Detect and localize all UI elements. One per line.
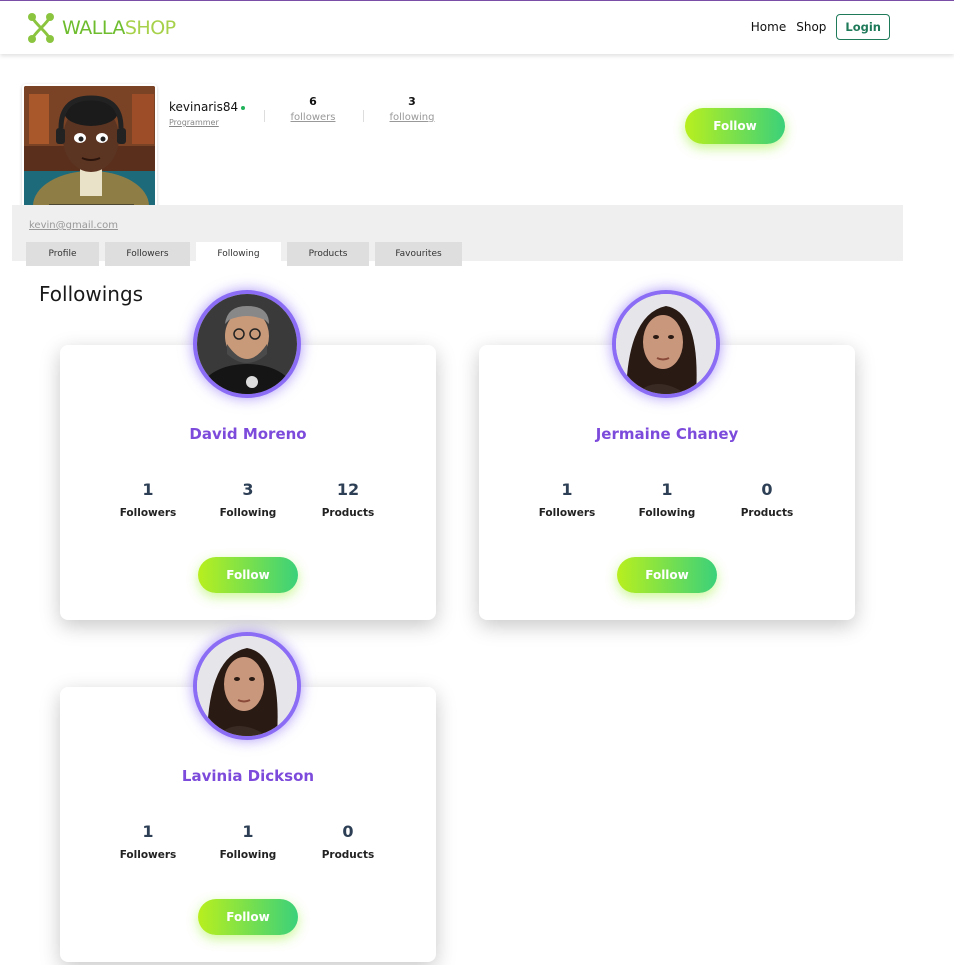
logo-icon <box>26 13 56 43</box>
nav-links: Home Shop Login <box>751 14 890 40</box>
profile-follow-button[interactable]: Follow <box>685 108 785 144</box>
user-following-label: Following <box>219 507 277 519</box>
user-avatar[interactable] <box>193 290 301 398</box>
profile-followers-count: 6 <box>309 95 317 108</box>
logo-text: WALLASHOP <box>62 17 176 39</box>
logo[interactable]: WALLASHOP <box>26 13 176 43</box>
user-following-stat: 1 Following <box>198 822 298 861</box>
profile-role[interactable]: Programmer <box>169 118 219 127</box>
follow-button[interactable]: Follow <box>198 899 298 935</box>
user-followers-label: Followers <box>538 507 596 519</box>
tab-followers[interactable]: Followers <box>105 242 190 266</box>
user-products-label: Products <box>321 849 375 861</box>
user-name[interactable]: David Moreno <box>60 425 436 443</box>
user-followers-label: Followers <box>119 507 177 519</box>
tab-favourites[interactable]: Favourites <box>375 242 462 266</box>
following-card: Lavinia Dickson 1 Followers 1 Following … <box>60 632 436 962</box>
profile-avatar <box>22 84 157 219</box>
logo-text-shop: SHOP <box>124 17 176 39</box>
user-followers-count: 1 <box>142 822 154 841</box>
user-products-count: 0 <box>761 480 773 499</box>
profile-tabs: Profile Followers Following Products Fav… <box>26 242 468 266</box>
user-followers-stat: 1 Followers <box>98 822 198 861</box>
stat-divider <box>363 110 364 122</box>
user-products-label: Products <box>740 507 794 519</box>
profile-followers-link[interactable]: followers <box>283 112 343 123</box>
user-following-stat: 3 Following <box>198 480 298 519</box>
user-stats: 1 Followers 3 Following 12 Products <box>98 480 398 519</box>
logo-text-walla: WALLA <box>62 17 125 39</box>
user-following-label: Following <box>219 849 277 861</box>
user-products-stat: 0 Products <box>717 480 817 519</box>
nav-link-shop[interactable]: Shop <box>796 20 826 34</box>
user-name[interactable]: Jermaine Chaney <box>479 425 855 443</box>
user-followers-count: 1 <box>561 480 573 499</box>
tab-profile[interactable]: Profile <box>26 242 99 266</box>
following-card: Jermaine Chaney 1 Followers 1 Following … <box>479 290 855 620</box>
user-followers-stat: 1 Followers <box>98 480 198 519</box>
profile-following-link[interactable]: following <box>382 112 442 123</box>
user-avatar[interactable] <box>193 632 301 740</box>
user-avatar[interactable] <box>612 290 720 398</box>
online-status-icon <box>241 105 246 110</box>
profile-username: kevinaris84 <box>169 100 246 114</box>
user-name[interactable]: Lavinia Dickson <box>60 767 436 785</box>
user-products-stat: 0 Products <box>298 822 398 861</box>
stat-divider <box>264 110 265 122</box>
user-following-count: 1 <box>661 480 673 499</box>
user-followers-label: Followers <box>119 849 177 861</box>
nav-link-home[interactable]: Home <box>751 20 786 34</box>
following-card: David Moreno 1 Followers 3 Following 12 … <box>60 290 436 620</box>
user-products-count: 12 <box>336 480 360 499</box>
profile-followers-stat[interactable]: 6 followers <box>283 95 343 123</box>
section-title: Followings <box>39 282 144 306</box>
user-following-count: 1 <box>242 822 254 841</box>
user-following-count: 3 <box>242 480 254 499</box>
profile-username-text: kevinaris84 <box>169 100 239 114</box>
navbar: WALLASHOP Home Shop Login <box>0 1 954 54</box>
user-following-stat: 1 Following <box>617 480 717 519</box>
profile-following-stat[interactable]: 3 following <box>382 95 442 123</box>
tab-following[interactable]: Following <box>196 242 281 266</box>
profile-following-count: 3 <box>408 95 416 108</box>
user-products-stat: 12 Products <box>298 480 398 519</box>
follow-button[interactable]: Follow <box>198 557 298 593</box>
user-following-label: Following <box>638 507 696 519</box>
tab-products[interactable]: Products <box>287 242 369 266</box>
profile-email[interactable]: kevin@gmail.com <box>29 220 118 231</box>
follow-button[interactable]: Follow <box>617 557 717 593</box>
user-followers-count: 1 <box>142 480 154 499</box>
user-followers-stat: 1 Followers <box>517 480 617 519</box>
login-button[interactable]: Login <box>836 14 890 40</box>
user-products-label: Products <box>321 507 375 519</box>
user-products-count: 0 <box>342 822 354 841</box>
user-stats: 1 Followers 1 Following 0 Products <box>98 822 398 861</box>
user-stats: 1 Followers 1 Following 0 Products <box>517 480 817 519</box>
